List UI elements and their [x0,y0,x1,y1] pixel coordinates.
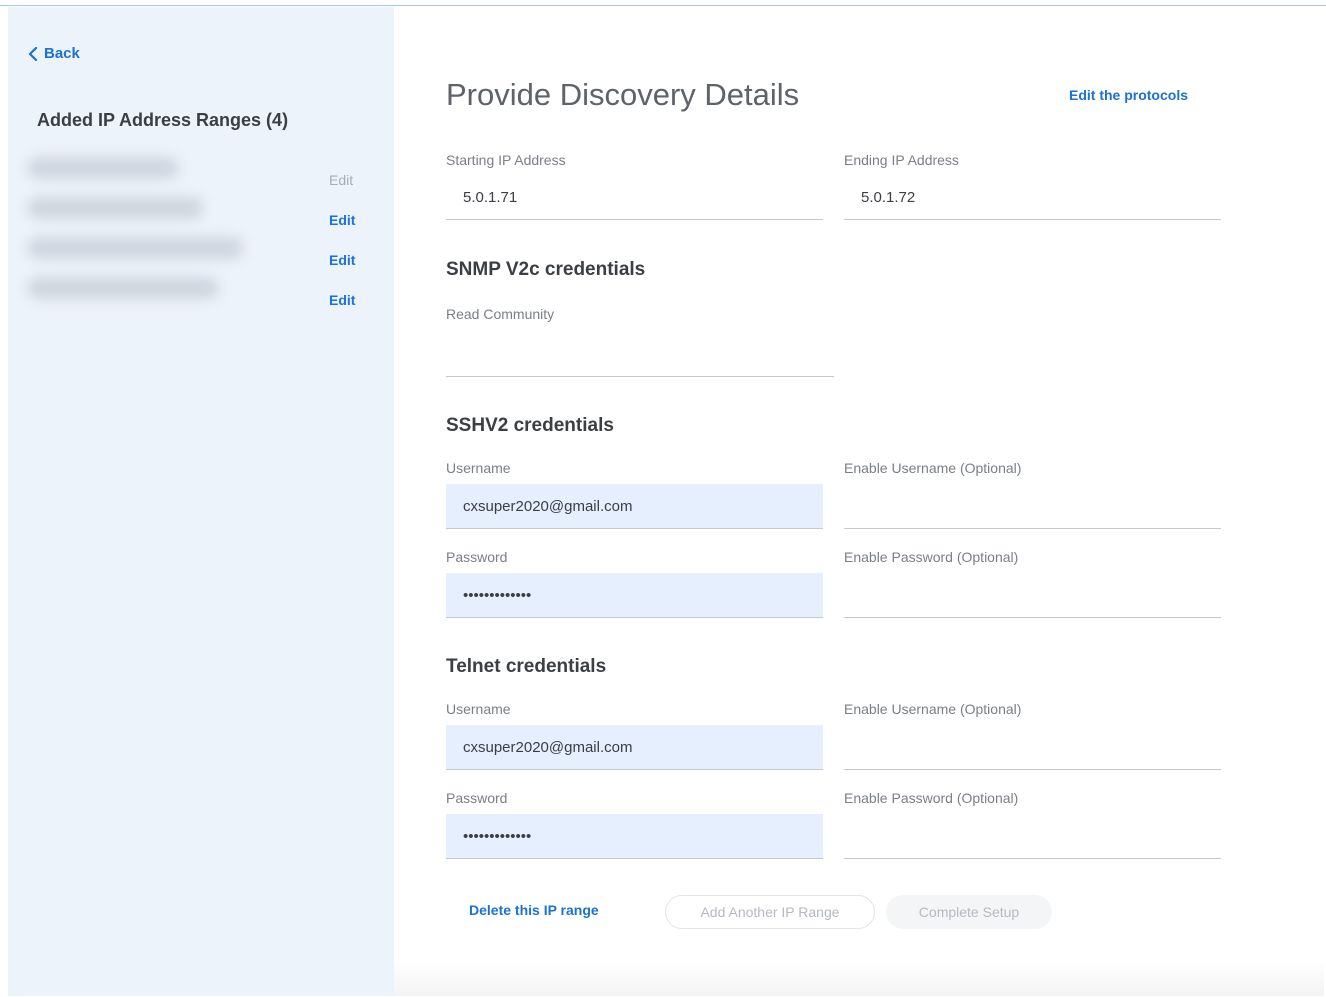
sidebar: Back Added IP Address Ranges (4) Edit Ed… [8,7,394,996]
ending-ip-input[interactable]: 5.0.1.72 [844,175,1221,220]
bottom-band [394,960,1324,996]
snmp-section-title: SNMP V2c credentials [446,259,646,280]
ssh-enable-username-input[interactable] [844,484,1221,529]
edit-range-1-link[interactable]: Edit [329,172,353,188]
add-another-ip-range-button[interactable]: Add Another IP Range [665,895,875,929]
edit-range-4-link[interactable]: Edit [329,292,355,308]
telnet-section-title: Telnet credentials [446,656,607,677]
read-community-input[interactable] [446,332,834,377]
ssh-password-label: Password [446,549,508,565]
ending-ip-label: Ending IP Address [844,152,959,168]
starting-ip-label: Starting IP Address [446,152,566,168]
edit-range-2-link[interactable]: Edit [329,212,355,228]
discovery-form: Provide Discovery Details Edit the proto… [394,7,1324,996]
ssh-password-input[interactable]: ••••••••••••• [446,573,823,618]
telnet-enable-username-input[interactable] [844,725,1221,770]
ssh-enable-username-label: Enable Username (Optional) [844,460,1022,476]
redacted-ip-ranges [28,147,290,325]
ssh-username-input[interactable]: cxsuper2020@gmail.com [446,484,823,529]
telnet-password-input[interactable]: ••••••••••••• [446,814,823,859]
telnet-username-label: Username [446,701,511,717]
back-button[interactable]: Back [28,45,80,62]
top-border [0,0,1326,6]
ssh-username-label: Username [446,460,511,476]
ssh-section-title: SSHV2 credentials [446,415,614,436]
telnet-enable-password-input[interactable] [844,814,1221,859]
telnet-enable-password-label: Enable Password (Optional) [844,790,1019,806]
telnet-enable-username-label: Enable Username (Optional) [844,701,1022,717]
telnet-username-input[interactable]: cxsuper2020@gmail.com [446,725,823,770]
back-label: Back [44,45,80,62]
sidebar-title: Added IP Address Ranges (4) [37,110,289,130]
read-community-label: Read Community [446,306,555,322]
ssh-enable-password-label: Enable Password (Optional) [844,549,1019,565]
edit-range-3-link[interactable]: Edit [329,252,355,268]
complete-setup-button[interactable]: Complete Setup [886,895,1052,929]
edit-protocols-link[interactable]: Edit the protocols [1069,87,1188,103]
starting-ip-input[interactable]: 5.0.1.71 [446,175,823,220]
delete-ip-range-link[interactable]: Delete this IP range [469,902,599,918]
chevron-left-icon [28,46,38,61]
page-title: Provide Discovery Details [446,77,800,112]
ssh-enable-password-input[interactable] [844,573,1221,618]
telnet-password-label: Password [446,790,508,806]
